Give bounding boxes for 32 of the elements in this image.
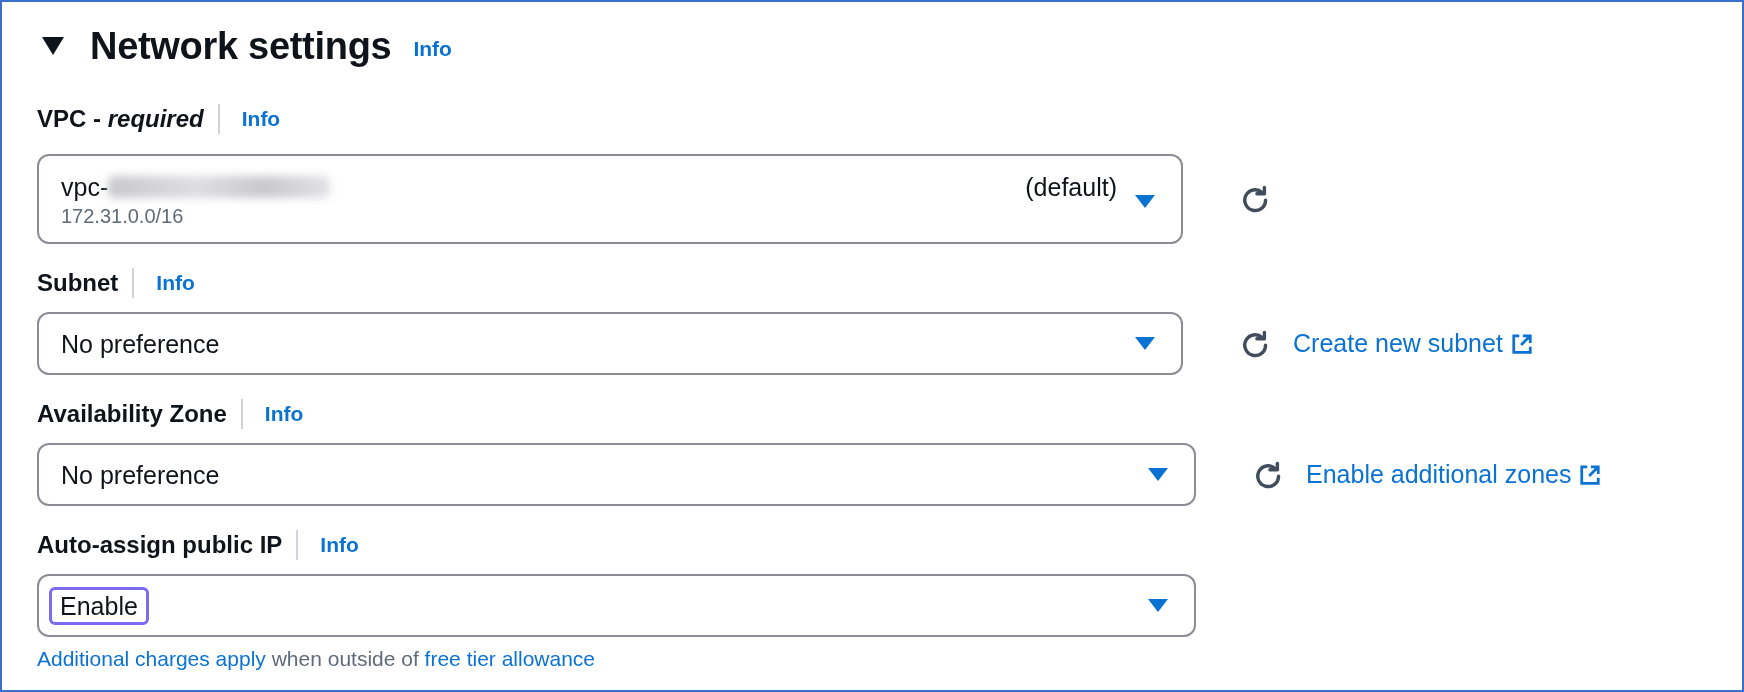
external-link[interactable]: Create new subnet bbox=[1293, 329, 1533, 358]
vpc-dropdown[interactable]: vpc- (default) 172.31.0.0/16 bbox=[37, 154, 1183, 244]
dropdown-caret-icon bbox=[1148, 599, 1168, 612]
info-link[interactable]: Info bbox=[156, 271, 195, 295]
dropdown[interactable]: No preference bbox=[37, 312, 1183, 375]
external-link-icon bbox=[1510, 332, 1533, 355]
dropdown[interactable]: No preference bbox=[37, 443, 1196, 506]
info-link[interactable]: Info bbox=[413, 37, 452, 61]
dropdown[interactable]: Enable bbox=[37, 574, 1196, 637]
external-link[interactable]: Enable additional zones bbox=[1306, 460, 1602, 489]
selected-value: Enable bbox=[49, 586, 149, 625]
collapse-caret-icon[interactable] bbox=[42, 37, 64, 55]
dropdown-caret-icon bbox=[1135, 194, 1155, 208]
dropdown-caret-icon bbox=[1135, 337, 1155, 350]
field-label: Auto-assign public IP bbox=[37, 531, 283, 559]
section-title: Network settings bbox=[90, 24, 392, 68]
cidr-text: 172.31.0.0/16 bbox=[61, 204, 185, 228]
info-link[interactable]: Info bbox=[264, 402, 304, 426]
external-link-icon bbox=[1579, 463, 1602, 486]
default-tag: (default) bbox=[1025, 170, 1117, 203]
selected-value: No preference bbox=[61, 328, 220, 360]
field-label: Subnet bbox=[37, 269, 119, 297]
charges-note: Additional charges apply when outside of free tier allowance bbox=[37, 647, 597, 671]
note-link[interactable]: free tier allowance bbox=[424, 647, 596, 670]
info-link[interactable]: Info bbox=[320, 533, 359, 557]
dropdown-caret-icon bbox=[1148, 468, 1168, 481]
note-link[interactable]: Additional charges apply bbox=[37, 647, 266, 670]
field-label: Availability Zone bbox=[37, 400, 227, 428]
info-link[interactable]: Info bbox=[241, 107, 281, 131]
field-label: VPC - required bbox=[37, 105, 204, 133]
selected-value: No preference bbox=[61, 459, 220, 491]
selected-value: vpc- bbox=[61, 171, 109, 203]
